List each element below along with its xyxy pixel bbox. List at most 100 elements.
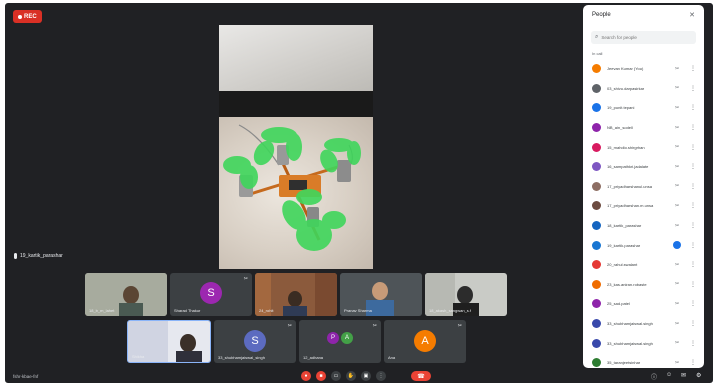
participant-row[interactable]: 03_shivu.darpasirkar ✂ ⋮: [583, 79, 704, 99]
participant-name: 18_akash_sangwan_s.f: [429, 308, 472, 313]
participant-row[interactable]: 25_sad.patel ✂ ⋮: [583, 294, 704, 314]
mic-off-icon: ✂: [675, 183, 680, 190]
participant-tile[interactable]: 24_rohit: [255, 273, 337, 316]
participant-name: 33_shubhamjaiswal.singh: [607, 340, 653, 346]
mic-off-icon: ✂: [675, 340, 680, 347]
more-options-icon[interactable]: ⋮: [690, 340, 696, 347]
mic-off-icon: ✂: [675, 202, 680, 209]
participant-row[interactable]: 20_rahul.swalant ✂ ⋮: [583, 255, 704, 275]
more-options-icon[interactable]: ⋮: [690, 144, 696, 151]
participant-tile[interactable]: Shikha: [127, 320, 211, 363]
participant-avatar: S: [200, 282, 222, 304]
participant-name: 12_adhana: [303, 355, 324, 360]
participant-row[interactable]: 23_kas.aniran.robaste ✂ ⋮: [583, 275, 704, 295]
recording-label: REC: [24, 13, 37, 20]
mic-off-icon: ✂: [675, 65, 680, 72]
participant-avatar: A: [341, 332, 353, 344]
info-icon[interactable]: ⓘ: [651, 372, 657, 381]
mic-off-icon: ✂: [675, 104, 680, 111]
meeting-code: fshr-kbae-fnf: [13, 374, 39, 379]
more-options-icon[interactable]: ⋮: [690, 320, 696, 327]
participant-name: 17_priyadharshanul.unsa: [607, 183, 652, 189]
panel-title: People: [592, 12, 611, 18]
participant-avatar: [592, 221, 601, 231]
participant-name: 19_kartik.parashar: [607, 242, 641, 248]
participant-avatar: [592, 83, 601, 93]
mic-off-button[interactable]: ●: [301, 371, 311, 381]
participant-tile[interactable]: 18_akash_sangwan_s.f: [425, 273, 507, 316]
close-icon[interactable]: ✕: [689, 11, 695, 19]
participant-row[interactable]: 18_kartik_parashar ✂ ⋮: [583, 216, 704, 236]
participant-name: 20_rahul.swalant: [607, 262, 638, 268]
participant-tile[interactable]: P A ✂ 12_adhana: [299, 320, 381, 363]
search-icon: ⌕: [595, 34, 599, 40]
participant-avatar: [592, 299, 601, 309]
more-options-icon[interactable]: ⋮: [690, 104, 696, 111]
more-options-icon[interactable]: ⋮: [690, 222, 696, 229]
people-icon[interactable]: ☺: [666, 372, 672, 378]
participant-avatar: [592, 123, 601, 133]
participant-row[interactable]: NB_ain_sodell ✂ ⋮: [583, 118, 704, 138]
mic-icon: [14, 253, 17, 259]
more-options-icon[interactable]: ⋮: [690, 281, 696, 288]
participant-tile[interactable]: A ✂ Ana: [384, 320, 466, 363]
mic-off-icon: ✂: [675, 281, 680, 288]
participant-row[interactable]: 35_taranjeetsinhar ✂ ⋮: [583, 353, 704, 368]
presenter-name-tag: 19_kartik_parashar: [14, 253, 63, 259]
participant-row[interactable]: 33_shubhamjaiswal.singh ✂ ⋮: [583, 333, 704, 353]
participant-row[interactable]: 16_sampathkri.jadalate ✂ ⋮: [583, 157, 704, 177]
participant-tile[interactable]: S ✂ 33_shubhamjaiswal_singh: [214, 320, 296, 363]
present-button[interactable]: ▣: [361, 371, 371, 381]
drone-image: [223, 124, 361, 251]
more-options-icon[interactable]: ⋮: [690, 183, 696, 190]
mic-off-icon: ✂: [675, 359, 680, 366]
people-search[interactable]: ⌕: [591, 31, 696, 44]
participant-name: 35_taranjeetsinhar: [607, 360, 641, 366]
participant-row[interactable]: 17_priyadharshan.m.unsa ✂ ⋮: [583, 196, 704, 216]
section-label: In call: [592, 51, 603, 56]
participant-row[interactable]: 17_priyadharshanul.unsa ✂ ⋮: [583, 177, 704, 197]
participant-name: 19_punit.tepani: [607, 105, 635, 111]
participant-name: 18_b_m_lahet: [89, 308, 115, 313]
more-options-icon[interactable]: ⋮: [690, 242, 696, 249]
search-input[interactable]: [601, 35, 690, 40]
participant-tile[interactable]: 18_b_m_lahet: [85, 273, 167, 316]
participant-row[interactable]: 15_mahdio.shirgrhan ✂ ⋮: [583, 137, 704, 157]
participant-row[interactable]: Jeevan Kumar (You) ✂ ⋮: [583, 59, 704, 79]
camera-off-button[interactable]: ■: [316, 371, 326, 381]
more-options-icon[interactable]: ⋮: [690, 163, 696, 170]
participant-name: 23_kas.aniran.robaste: [607, 281, 647, 287]
participant-tile[interactable]: S ✂ Sharad Thakur: [170, 273, 252, 316]
participant-name: Shikha: [132, 354, 145, 359]
participant-tile[interactable]: Pranav Sharma: [340, 273, 422, 316]
more-options-icon[interactable]: ⋮: [690, 300, 696, 307]
participant-avatar: P: [327, 332, 339, 344]
participant-avatar: [592, 103, 601, 113]
record-dot-icon: [18, 14, 22, 19]
captions-button[interactable]: ▭: [331, 371, 341, 381]
participant-name: 16_sampathkri.jadalate: [607, 164, 649, 170]
participant-row[interactable]: 33_shubhamjaiswal.singh ✂ ⋮: [583, 314, 704, 334]
chat-icon[interactable]: ✉: [681, 372, 686, 379]
presenter-video: [219, 25, 373, 269]
more-options-icon[interactable]: ⋮: [690, 359, 696, 366]
more-options-icon[interactable]: ⋮: [690, 85, 696, 92]
participant-name: Sharad Thakur: [174, 308, 201, 313]
mic-off-icon: ✂: [287, 323, 292, 329]
mic-off-icon: ✂: [675, 320, 680, 327]
activities-icon[interactable]: ⚙: [696, 372, 701, 379]
participant-row[interactable]: 19_kartik.parashar ⋮: [583, 235, 704, 255]
participant-name: 33_shubhamjaiswal_singh: [218, 355, 265, 360]
mic-off-icon: ✂: [675, 85, 680, 92]
control-bar: fshr-kbae-fnf ● ■ ▭ ✋ ▣ ⋮ ☎ ⓘ ☺ ✉ ⚙: [5, 371, 713, 383]
leave-call-button[interactable]: ☎: [411, 371, 431, 381]
more-options-icon[interactable]: ⋮: [690, 124, 696, 131]
more-options-button[interactable]: ⋮: [376, 371, 386, 381]
participant-row[interactable]: 19_punit.tepani ✂ ⋮: [583, 98, 704, 118]
participant-avatar: [592, 358, 601, 368]
more-options-icon[interactable]: ⋮: [690, 261, 696, 268]
more-options-icon[interactable]: ⋮: [690, 202, 696, 209]
raise-hand-button[interactable]: ✋: [346, 371, 356, 381]
participant-name: 03_shivu.darpasirkar: [607, 85, 645, 91]
more-options-icon[interactable]: ⋮: [690, 65, 696, 72]
